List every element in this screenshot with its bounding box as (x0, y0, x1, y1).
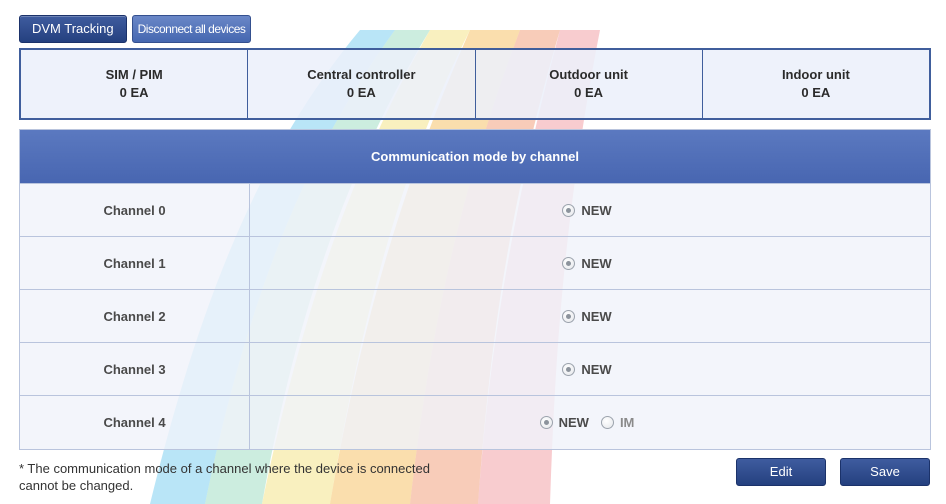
radio-label: IM (619, 415, 635, 430)
radio-label: NEW (581, 361, 612, 377)
radio-new-option[interactable]: NEW (562, 361, 612, 377)
edit-button[interactable]: Edit (736, 458, 826, 486)
channel-mode-table: Communication mode by channel Channel 0 … (19, 129, 931, 450)
summary-count: 0 EA (574, 85, 604, 100)
channel-mode-options: NEW (250, 343, 930, 395)
channel-mode-options: NEW (250, 290, 930, 342)
table-row: Channel 0 NEW (20, 184, 930, 237)
summary-count: 0 EA (346, 85, 376, 100)
radio-im-option[interactable]: IM (600, 415, 635, 430)
summary-title: Central controller (307, 67, 416, 82)
radio-new-option[interactable]: NEW (562, 308, 612, 324)
save-button[interactable]: Save (840, 458, 930, 486)
radio-button-checked-icon[interactable] (539, 416, 553, 429)
dvm-tracking-button[interactable]: DVM Tracking (19, 15, 127, 43)
summary-indoor-unit: Indoor unit 0 EA (703, 50, 929, 118)
radio-label: NEW (581, 202, 612, 218)
summary-central-controller: Central controller 0 EA (248, 50, 476, 118)
channel-mode-options: NEW (250, 184, 930, 236)
footer-actions: Edit Save (736, 458, 930, 486)
note-line: * The communication mode of a channel wh… (19, 461, 430, 476)
summary-count: 0 EA (801, 85, 831, 100)
summary-count: 0 EA (119, 85, 149, 100)
radio-new-option[interactable]: NEW (539, 415, 589, 430)
radio-new-option[interactable]: NEW (562, 202, 612, 218)
channel-label: Channel 1 (20, 237, 250, 289)
note-line: cannot be changed. (19, 478, 134, 493)
channel-label: Channel 3 (20, 343, 250, 395)
table-row: Channel 3 NEW (20, 343, 930, 396)
radio-button-checked-icon[interactable] (562, 309, 576, 323)
radio-button-unchecked-icon[interactable] (600, 416, 614, 429)
channel-mode-options: NEW (250, 237, 930, 289)
device-summary-table: SIM / PIM 0 EA Central controller 0 EA O… (19, 48, 931, 120)
radio-label: NEW (558, 415, 589, 430)
table-row: Channel 2 NEW (20, 290, 930, 343)
top-toolbar: DVM Tracking Disconnect all devices (19, 15, 252, 43)
channel-label: Channel 4 (20, 396, 250, 449)
radio-label: NEW (581, 255, 612, 271)
summary-title: Indoor unit (781, 67, 850, 82)
radio-button-checked-icon[interactable] (562, 362, 576, 376)
table-row: Channel 4 NEW IM (20, 396, 930, 449)
table-row: Channel 1 NEW (20, 237, 930, 290)
channel-mode-options: NEW IM (250, 396, 930, 449)
radio-new-option[interactable]: NEW (562, 255, 612, 271)
summary-title: Outdoor unit (549, 67, 628, 82)
radio-button-checked-icon[interactable] (562, 203, 576, 217)
summary-sim-pim: SIM / PIM 0 EA (21, 50, 249, 118)
summary-outdoor-unit: Outdoor unit 0 EA (476, 50, 703, 118)
footer-note: * The communication mode of a channel wh… (19, 460, 539, 494)
radio-label: NEW (581, 308, 612, 324)
radio-button-checked-icon[interactable] (562, 256, 576, 270)
disconnect-all-devices-button[interactable]: Disconnect all devices (131, 15, 252, 43)
channel-label: Channel 0 (20, 184, 250, 236)
channel-table-header: Communication mode by channel (20, 130, 930, 184)
channel-label: Channel 2 (20, 290, 250, 342)
summary-title: SIM / PIM (105, 67, 163, 82)
